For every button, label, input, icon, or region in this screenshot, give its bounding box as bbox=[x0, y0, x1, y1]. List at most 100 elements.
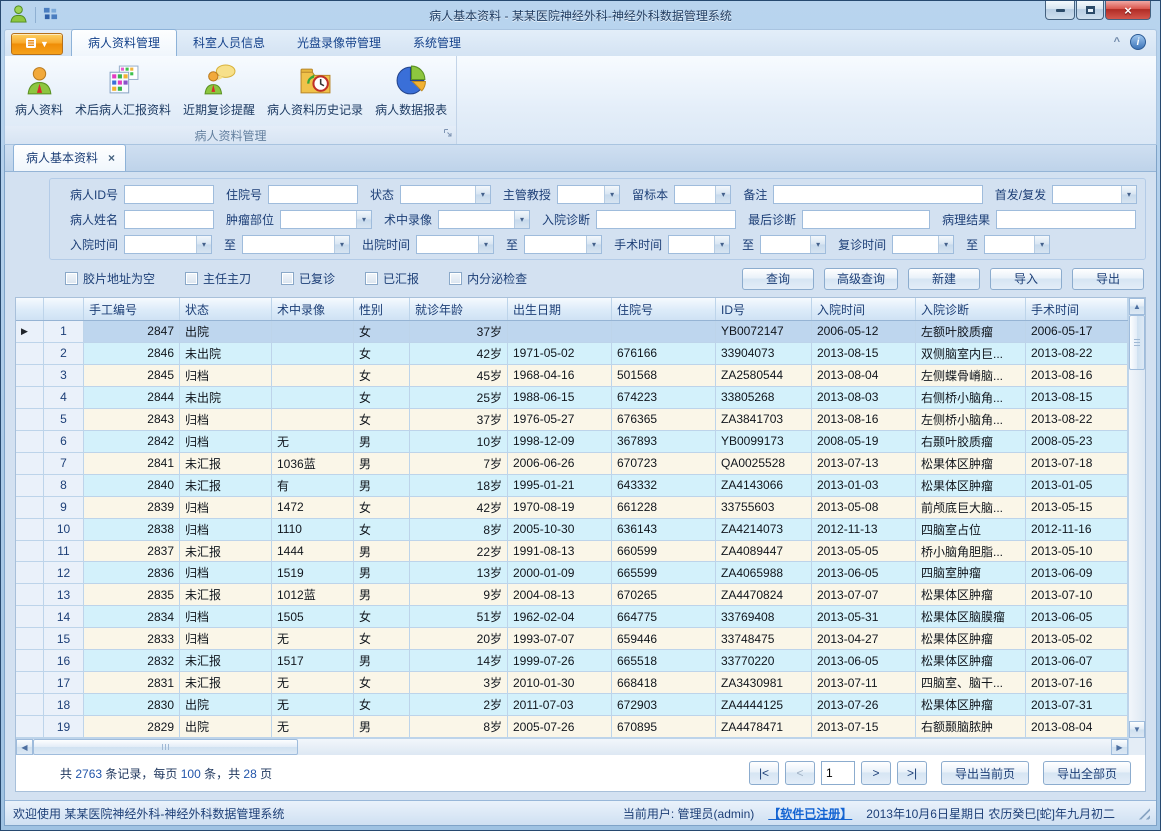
grid-column-header[interactable]: 住院号 bbox=[612, 298, 716, 320]
checkbox-chief-surgeon[interactable]: 主任主刀 bbox=[185, 270, 251, 287]
scroll-up-icon[interactable]: ▲ bbox=[1129, 298, 1145, 315]
filter-input-patient-name[interactable] bbox=[124, 210, 214, 229]
ribbon-button-postop-report-data[interactable]: 术后病人汇报资料 bbox=[69, 60, 177, 120]
grid-column-header[interactable]: 出生日期 bbox=[508, 298, 612, 320]
table-row[interactable]: 42844未出院女25岁1988-06-15674223338052682013… bbox=[16, 387, 1128, 409]
combo-dropdown-button[interactable]: ▾ bbox=[356, 211, 371, 228]
table-row[interactable]: 172831未汇报无女3岁2010-01-30668418ZA343098120… bbox=[16, 672, 1128, 694]
import-button[interactable]: 导入 bbox=[990, 268, 1062, 290]
license-status-link[interactable]: 【软件已注册】 bbox=[768, 805, 852, 822]
table-row[interactable]: 82840未汇报有男18岁1995-01-21643332ZA414306620… bbox=[16, 475, 1128, 497]
export-button[interactable]: 导出 bbox=[1072, 268, 1144, 290]
horizontal-scroll-thumb[interactable] bbox=[33, 739, 298, 755]
resize-grip[interactable] bbox=[1137, 807, 1150, 820]
table-row[interactable]: 182830出院无女2岁2011-07-03672903ZA4444125201… bbox=[16, 694, 1128, 716]
next-page-button[interactable]: > bbox=[861, 761, 891, 785]
table-row[interactable]: 142834归档1505女51岁1962-02-0466477533769408… bbox=[16, 606, 1128, 628]
table-row[interactable]: 32845归档女45岁1968-04-16501568ZA25805442013… bbox=[16, 365, 1128, 387]
tab-close-icon[interactable]: × bbox=[108, 152, 115, 164]
checkbox-film-address-empty[interactable]: 胶片地址为空 bbox=[65, 270, 155, 287]
filter-combo-surgery-date-to[interactable]: ▾ bbox=[760, 235, 826, 254]
filter-input-inpatient-no[interactable] bbox=[268, 185, 358, 204]
horizontal-scroll-track[interactable] bbox=[298, 739, 1111, 755]
collapse-ribbon-icon[interactable]: ^ bbox=[1114, 36, 1120, 48]
combo-dropdown-button[interactable]: ▾ bbox=[334, 236, 349, 253]
table-row[interactable]: 162832未汇报1517男14岁1999-07-266655183377022… bbox=[16, 650, 1128, 672]
grid-column-header[interactable]: 入院时间 bbox=[812, 298, 916, 320]
combo-dropdown-button[interactable]: ▾ bbox=[475, 186, 490, 203]
combo-dropdown-button[interactable]: ▾ bbox=[714, 236, 729, 253]
filter-combo-professor[interactable]: ▾ bbox=[557, 185, 620, 204]
filter-combo-tumor-site[interactable]: ▾ bbox=[280, 210, 372, 229]
filter-combo-status[interactable]: ▾ bbox=[400, 185, 491, 204]
combo-dropdown-button[interactable]: ▾ bbox=[938, 236, 953, 253]
query-button[interactable]: 查询 bbox=[742, 268, 814, 290]
vertical-scroll-thumb[interactable] bbox=[1129, 315, 1145, 370]
scroll-right-icon[interactable]: ▶ bbox=[1111, 739, 1128, 755]
combo-dropdown-button[interactable]: ▾ bbox=[604, 186, 619, 203]
export-all-pages-button[interactable]: 导出全部页 bbox=[1043, 761, 1131, 785]
ribbon-button-patient-history[interactable]: 病人资料历史记录 bbox=[261, 60, 369, 120]
checkbox-reported[interactable]: 已汇报 bbox=[365, 270, 419, 287]
ribbon-tab-system-management[interactable]: 系统管理 bbox=[397, 30, 477, 56]
table-row[interactable]: 122836归档1519男13岁2000-01-09665599ZA406598… bbox=[16, 562, 1128, 584]
combo-dropdown-button[interactable]: ▾ bbox=[514, 211, 529, 228]
grid-column-header[interactable]: 就诊年龄 bbox=[410, 298, 508, 320]
filter-combo-surgery-date-from[interactable]: ▾ bbox=[668, 235, 730, 254]
ribbon-button-revisit-reminder[interactable]: 近期复诊提醒 bbox=[177, 60, 261, 120]
page-number-input[interactable] bbox=[821, 761, 855, 785]
dialog-launcher-icon[interactable] bbox=[443, 127, 453, 141]
table-row[interactable]: 102838归档1110女8岁2005-10-30636143ZA4214073… bbox=[16, 519, 1128, 541]
table-row[interactable]: 52843归档女37岁1976-05-27676365ZA38417032013… bbox=[16, 409, 1128, 431]
grid-column-header[interactable]: 术中录像 bbox=[272, 298, 354, 320]
ribbon-tab-patient-data-management[interactable]: 病人资料管理 bbox=[71, 29, 177, 56]
tab-patient-basic-info[interactable]: 病人基本资料 × bbox=[13, 144, 126, 171]
combo-dropdown-button[interactable]: ▾ bbox=[810, 236, 825, 253]
new-button[interactable]: 新建 bbox=[908, 268, 980, 290]
horizontal-scrollbar[interactable]: ◀ ▶ bbox=[16, 738, 1128, 755]
filter-input-pathology-result[interactable] bbox=[996, 210, 1136, 229]
combo-dropdown-button[interactable]: ▾ bbox=[586, 236, 601, 253]
ribbon-tab-disc-video-management[interactable]: 光盘录像带管理 bbox=[281, 30, 397, 56]
table-row[interactable]: 62842归档无男10岁1998-12-09367893YB0099173200… bbox=[16, 431, 1128, 453]
table-row[interactable]: 92839归档1472女42岁1970-08-19661228337556032… bbox=[16, 497, 1128, 519]
combo-dropdown-button[interactable]: ▾ bbox=[1034, 236, 1049, 253]
filter-combo-surgery-video[interactable]: ▾ bbox=[438, 210, 530, 229]
grid-column-header[interactable]: 手工编号 bbox=[84, 298, 180, 320]
ribbon-button-patient-data[interactable]: 病人资料 bbox=[9, 60, 69, 120]
combo-dropdown-button[interactable]: ▾ bbox=[1121, 186, 1136, 203]
filter-combo-admission-date-from[interactable]: ▾ bbox=[124, 235, 212, 254]
grid-column-header[interactable]: 状态 bbox=[180, 298, 272, 320]
table-row[interactable]: 192829出院无男8岁2005-07-26670895ZA4478471201… bbox=[16, 716, 1128, 738]
combo-dropdown-button[interactable]: ▾ bbox=[196, 236, 211, 253]
table-row[interactable]: 112837未汇报1444男22岁1991-08-13660599ZA40894… bbox=[16, 541, 1128, 563]
filter-input-patient-id[interactable] bbox=[124, 185, 214, 204]
table-row[interactable]: 152833归档无女20岁1993-07-0765944633748475201… bbox=[16, 628, 1128, 650]
filter-combo-discharge-date-to[interactable]: ▾ bbox=[524, 235, 602, 254]
export-current-page-button[interactable]: 导出当前页 bbox=[941, 761, 1029, 785]
table-row[interactable]: 132835未汇报1012蓝男9岁2004-08-13670265ZA44708… bbox=[16, 584, 1128, 606]
filter-combo-revisit-date-from[interactable]: ▾ bbox=[892, 235, 954, 254]
filter-input-admission-diagnosis[interactable] bbox=[596, 210, 736, 229]
grid-column-header[interactable]: 性别 bbox=[354, 298, 410, 320]
filter-combo-specimen[interactable]: ▾ bbox=[674, 185, 731, 204]
checkbox-endocrine-exam[interactable]: 内分泌检查 bbox=[449, 270, 527, 287]
filter-combo-admission-date-to[interactable]: ▾ bbox=[242, 235, 350, 254]
last-page-button[interactable]: >| bbox=[897, 761, 927, 785]
scroll-left-icon[interactable]: ◀ bbox=[16, 739, 33, 755]
combo-dropdown-button[interactable]: ▾ bbox=[478, 236, 493, 253]
ribbon-tab-department-staff-info[interactable]: 科室人员信息 bbox=[177, 30, 281, 56]
table-row[interactable]: ▶12847出院女37岁YB00721472006-05-12左额叶胶质瘤200… bbox=[16, 321, 1128, 343]
filter-input-final-diagnosis[interactable] bbox=[802, 210, 930, 229]
vertical-scrollbar[interactable]: ▲ ▼ bbox=[1128, 298, 1145, 755]
grid-column-header[interactable]: ID号 bbox=[716, 298, 812, 320]
checkbox-revisited[interactable]: 已复诊 bbox=[281, 270, 335, 287]
prev-page-button[interactable]: < bbox=[785, 761, 815, 785]
scroll-down-icon[interactable]: ▼ bbox=[1129, 721, 1145, 738]
grid-column-header[interactable]: 入院诊断 bbox=[916, 298, 1026, 320]
table-row[interactable]: 72841未汇报1036蓝男7岁2006-06-26670723QA002552… bbox=[16, 453, 1128, 475]
filter-combo-discharge-date-from[interactable]: ▾ bbox=[416, 235, 494, 254]
vertical-scroll-track[interactable] bbox=[1129, 370, 1145, 721]
table-row[interactable]: 22846未出院女42岁1971-05-02676166339040732013… bbox=[16, 343, 1128, 365]
first-page-button[interactable]: |< bbox=[749, 761, 779, 785]
